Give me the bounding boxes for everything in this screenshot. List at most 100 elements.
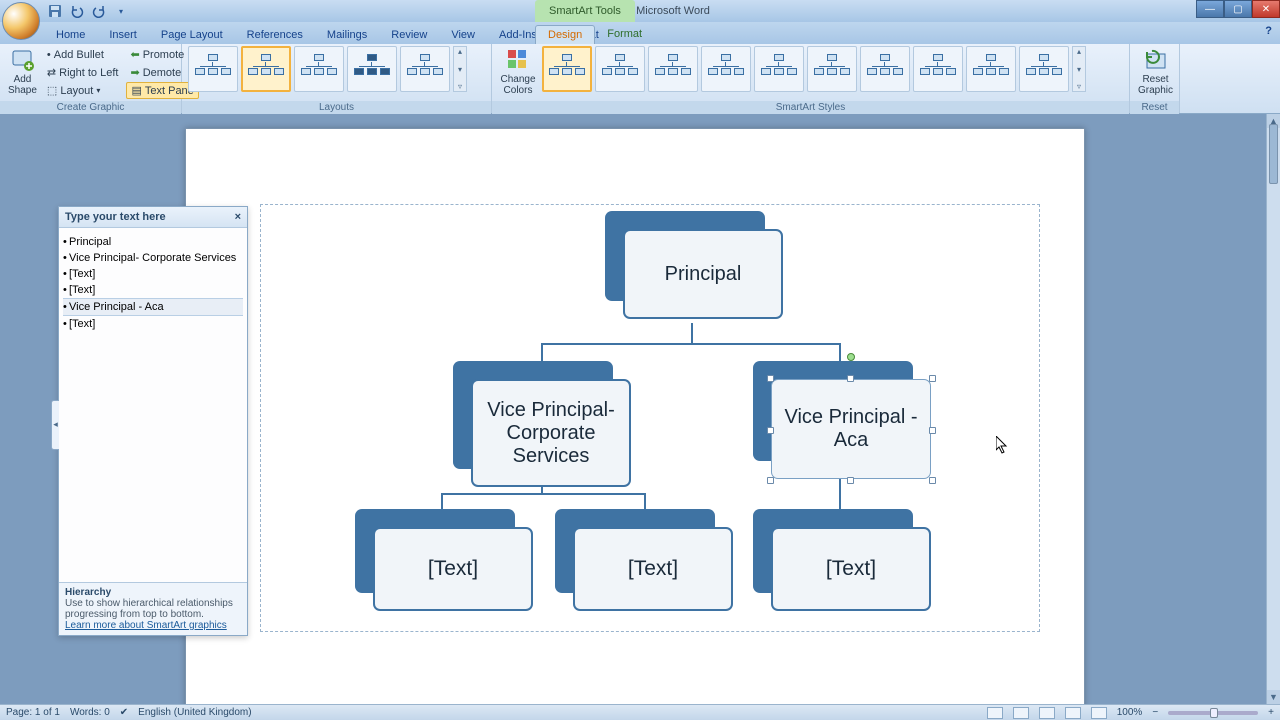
text-pane-item[interactable]: • [Text] (63, 316, 243, 332)
view-print-layout-icon[interactable] (987, 707, 1003, 719)
tab-view[interactable]: View (439, 26, 487, 44)
text-pane-close-icon[interactable]: × (235, 211, 241, 223)
view-draft-icon[interactable] (1091, 707, 1107, 719)
layouts-gallery-scroll[interactable]: ▴▾▿ (453, 46, 467, 92)
styles-gallery-scroll[interactable]: ▴▾▿ (1072, 46, 1086, 92)
undo-icon[interactable] (68, 2, 86, 20)
layout-button[interactable]: ⬚Layout ▾ (43, 82, 123, 99)
view-full-screen-icon[interactable] (1013, 707, 1029, 719)
node-child-3-label: [Text] (771, 527, 931, 611)
close-button[interactable]: ✕ (1252, 0, 1280, 18)
proofing-icon[interactable]: ✔ (120, 707, 128, 718)
selection-handle[interactable] (847, 477, 854, 484)
change-colors-label: Change Colors (500, 74, 535, 96)
tab-format[interactable]: Format (595, 25, 654, 44)
add-shape-button[interactable]: Add Shape (6, 46, 39, 98)
qat-more-icon[interactable]: ▾ (112, 2, 130, 20)
selection-handle[interactable] (767, 427, 774, 434)
style-thumb-3[interactable] (648, 46, 698, 92)
style-thumb-6[interactable] (807, 46, 857, 92)
group-create-graphic: Add Shape •Add Bullet ⇄Right to Left ⬚La… (0, 44, 182, 113)
add-shape-label: Add Shape (8, 74, 37, 96)
group-styles: Change Colors ▴▾▿ SmartArt Styles (492, 44, 1130, 113)
node-vp-corporate-label: Vice Principal- Corporate Services (471, 379, 631, 487)
minimize-button[interactable]: — (1196, 0, 1224, 18)
selection-handle[interactable] (929, 427, 936, 434)
style-thumb-5[interactable] (754, 46, 804, 92)
text-pane-item[interactable]: • Vice Principal - Aca (63, 298, 243, 316)
style-thumb-7[interactable] (860, 46, 910, 92)
status-language[interactable]: English (United Kingdom) (138, 707, 251, 718)
style-thumb-1[interactable] (542, 46, 592, 92)
node-child-1-label: [Text] (373, 527, 533, 611)
scroll-thumb[interactable] (1269, 124, 1278, 184)
scroll-down-icon[interactable]: ▼ (1267, 690, 1280, 704)
text-pane-title: Type your text here (65, 211, 166, 223)
group-layouts: ▴▾▿ Layouts (182, 44, 492, 113)
view-outline-icon[interactable] (1065, 707, 1081, 719)
selection-handle[interactable] (767, 375, 774, 382)
selection-handle[interactable] (767, 477, 774, 484)
rotate-handle[interactable] (847, 353, 855, 361)
text-pane[interactable]: ◂ Type your text here × • Principal• Vic… (58, 206, 248, 636)
text-pane-collapse-tab[interactable]: ◂ (51, 400, 59, 450)
status-page[interactable]: Page: 1 of 1 (6, 707, 60, 718)
tab-design[interactable]: Design (535, 25, 595, 44)
style-thumb-9[interactable] (966, 46, 1016, 92)
layout-thumb-4[interactable] (347, 46, 397, 92)
redo-icon[interactable] (90, 2, 108, 20)
text-pane-item[interactable]: • Vice Principal- Corporate Services (63, 250, 243, 266)
style-thumb-2[interactable] (595, 46, 645, 92)
tab-mailings[interactable]: Mailings (315, 26, 379, 44)
layout-thumb-2[interactable] (241, 46, 291, 92)
demote-icon: ➡ (130, 66, 139, 79)
group-label-layouts: Layouts (182, 101, 491, 114)
right-to-left-button[interactable]: ⇄Right to Left (43, 64, 123, 81)
style-thumb-10[interactable] (1019, 46, 1069, 92)
status-words[interactable]: Words: 0 (70, 707, 110, 718)
text-pane-item[interactable]: • Principal (63, 234, 243, 250)
layout-thumb-5[interactable] (400, 46, 450, 92)
vertical-scrollbar[interactable]: ▲ ▼ (1266, 114, 1280, 704)
style-thumb-8[interactable] (913, 46, 963, 92)
status-zoom[interactable]: 100% (1117, 707, 1143, 718)
zoom-slider-knob[interactable] (1210, 708, 1218, 718)
save-icon[interactable] (46, 2, 64, 20)
group-reset: Reset Graphic Reset (1130, 44, 1180, 113)
tab-insert[interactable]: Insert (97, 26, 149, 44)
layout-thumb-1[interactable] (188, 46, 238, 92)
zoom-out-icon[interactable]: − (1152, 707, 1158, 718)
add-bullet-button[interactable]: •Add Bullet (43, 46, 123, 63)
layout-thumb-3[interactable] (294, 46, 344, 92)
layouts-gallery[interactable]: ▴▾▿ (188, 46, 467, 92)
office-button[interactable] (2, 2, 40, 40)
selection-handle[interactable] (929, 375, 936, 382)
style-thumb-4[interactable] (701, 46, 751, 92)
tab-references[interactable]: References (235, 26, 315, 44)
selection-handle[interactable] (929, 477, 936, 484)
zoom-in-icon[interactable]: + (1268, 707, 1274, 718)
change-colors-icon (506, 48, 530, 72)
help-icon[interactable]: ? (1265, 25, 1272, 37)
maximize-button[interactable]: ▢ (1224, 0, 1252, 18)
reset-graphic-button[interactable]: Reset Graphic (1136, 46, 1175, 98)
text-pane-item[interactable]: • [Text] (63, 266, 243, 282)
zoom-slider[interactable] (1168, 711, 1258, 715)
change-colors-button[interactable]: Change Colors (498, 46, 538, 98)
text-pane-item[interactable]: • [Text] (63, 282, 243, 298)
smartart-canvas[interactable]: Principal Vice Principal- Corporate Serv… (260, 204, 1040, 632)
text-pane-footer-link[interactable]: Learn more about SmartArt graphics (65, 620, 227, 631)
ribbon-tabs: Home Insert Page Layout References Maili… (0, 22, 1280, 44)
contextual-title: SmartArt Tools (535, 0, 635, 22)
reset-icon (1144, 48, 1168, 72)
tab-review[interactable]: Review (379, 26, 439, 44)
styles-gallery[interactable]: ▴▾▿ (542, 46, 1086, 92)
connector (541, 343, 841, 345)
tab-home[interactable]: Home (44, 26, 97, 44)
selection-handle[interactable] (847, 375, 854, 382)
group-label-reset: Reset (1130, 101, 1179, 114)
node-principal-label: Principal (623, 229, 783, 319)
view-web-layout-icon[interactable] (1039, 707, 1055, 719)
text-pane-body[interactable]: • Principal• Vice Principal- Corporate S… (59, 228, 247, 582)
tab-page-layout[interactable]: Page Layout (149, 26, 235, 44)
